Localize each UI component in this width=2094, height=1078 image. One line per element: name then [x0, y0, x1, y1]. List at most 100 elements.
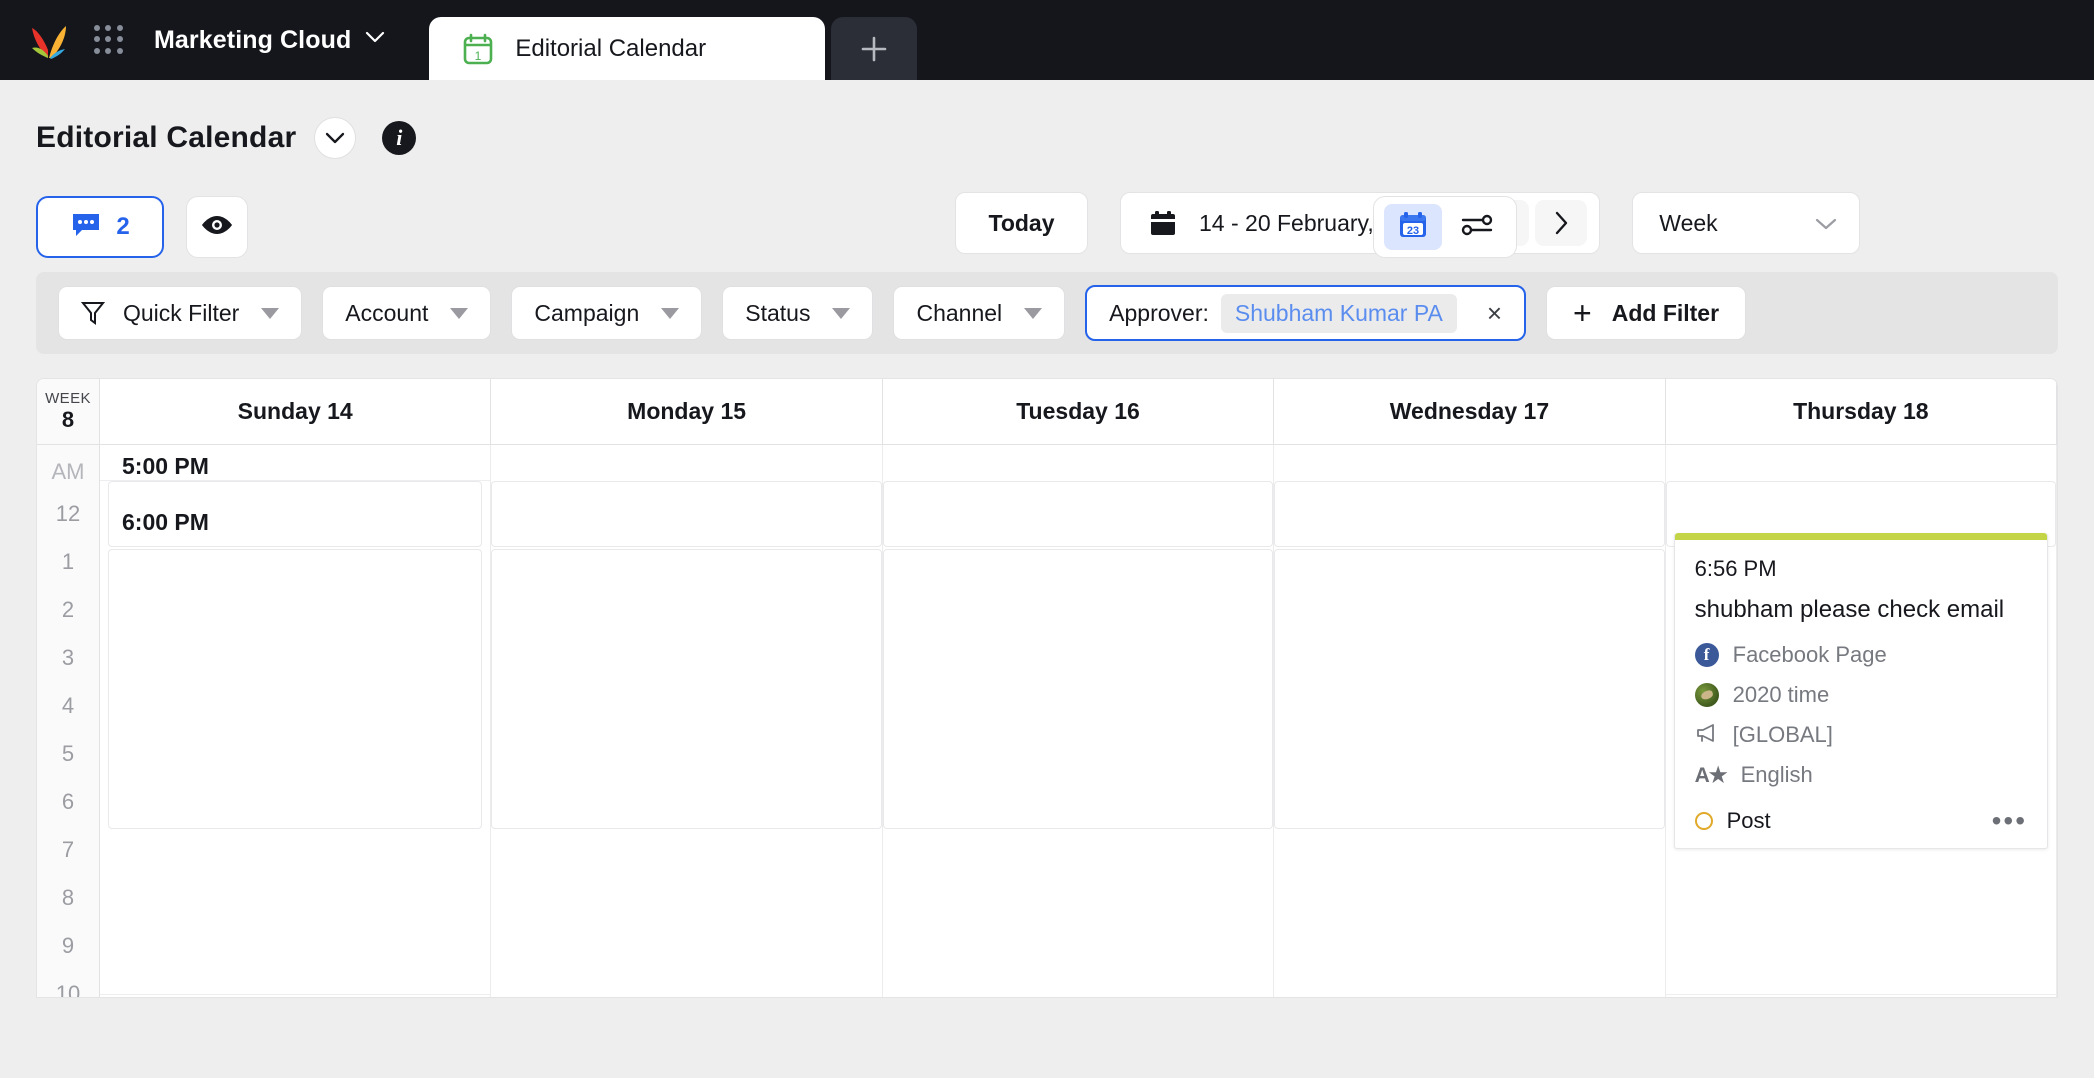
filter-bar: Quick Filter Account Campaign Status Cha… [36, 272, 2058, 354]
tab-label: Editorial Calendar [515, 34, 707, 62]
hour-tick-4: 4 [61, 693, 75, 718]
row-label-5pm: 5:00 PM [122, 453, 209, 479]
page-header-row-secondary: 2 23 [36, 184, 2058, 270]
info-glyph: i [396, 125, 403, 150]
tab-editorial-calendar[interactable]: 1 Editorial Calendar [429, 17, 826, 80]
comments-filter-button[interactable]: 2 [36, 196, 164, 258]
event-meta-language: A★ English [1695, 762, 2027, 788]
day-column-monday[interactable] [491, 445, 883, 997]
week-number: 8 [61, 407, 75, 433]
info-icon[interactable]: i [382, 121, 417, 155]
caret-down-icon [1024, 307, 1043, 319]
day-header-wednesday[interactable]: Wednesday 17 [1274, 379, 1666, 444]
calendar-body: AM 12 1 2 3 4 5 6 7 8 9 10 5:00 PM 6:00 … [37, 445, 2057, 997]
svg-text:23: 23 [1407, 225, 1419, 237]
time-slot-block[interactable] [108, 549, 483, 829]
event-meta-campaign: [GLOBAL] [1695, 722, 2027, 748]
filter-status-label: Status [745, 299, 811, 326]
calendar-event-card[interactable]: 6:56 PM shubham please check email f Fac… [1673, 533, 2049, 849]
hour-tick-1: 1 [61, 549, 75, 574]
event-time: 6:56 PM [1694, 556, 1777, 581]
filter-status[interactable]: Status [722, 286, 874, 340]
add-filter-button[interactable]: + Add Filter [1546, 286, 1747, 340]
event-meta-account-text: 2020 time [1732, 682, 1830, 707]
time-slot-block[interactable] [100, 845, 491, 995]
calendar-view-button[interactable]: 23 [1384, 204, 1442, 250]
time-slot-block[interactable] [882, 481, 1274, 547]
time-slot-block[interactable] [1665, 845, 2057, 995]
time-slot-block[interactable] [491, 481, 882, 547]
hour-tick-6: 6 [61, 789, 75, 814]
close-icon[interactable]: × [1483, 300, 1506, 326]
calendar-view-toggle-group: 23 [1373, 196, 1517, 258]
calendar-header-row: WEEK 8 Sunday 14 Monday 15 Tuesday 16 We… [37, 379, 2057, 445]
event-body: 6:56 PM shubham please check email f Fac… [1675, 540, 2047, 788]
comments-count: 2 [116, 213, 130, 240]
event-title: shubham please check email [1694, 596, 2005, 623]
calendar-23-icon: 23 [1397, 209, 1429, 246]
filter-channel[interactable]: Channel [893, 286, 1066, 340]
week-number-cell: WEEK 8 [37, 379, 100, 444]
filter-account[interactable]: Account [322, 286, 492, 340]
hour-tick-3: 3 [61, 645, 75, 670]
day-header-monday[interactable]: Monday 15 [491, 379, 883, 444]
add-tab-button[interactable] [831, 17, 918, 80]
svg-text:1: 1 [475, 49, 482, 63]
time-slot-block[interactable] [491, 549, 882, 829]
day-column-wednesday[interactable] [1274, 445, 1666, 997]
time-slot-block[interactable] [1274, 549, 1665, 829]
event-accent-bar [1674, 533, 2048, 540]
caret-down-icon [450, 307, 469, 319]
caret-down-icon [832, 307, 851, 319]
calendar-slot-area: 5:00 PM 6:00 PM 6:56 PM shubham please c… [100, 445, 2057, 997]
time-slot-block[interactable] [1274, 481, 1665, 547]
filter-campaign[interactable]: Campaign [511, 286, 703, 340]
settings-view-button[interactable] [1448, 204, 1506, 250]
page-title-dropdown-button[interactable] [314, 117, 357, 159]
page-header: Editorial Calendar i Today 14 - 20 Febru… [0, 80, 2094, 272]
week-label: WEEK [45, 390, 91, 408]
status-ring-icon [1694, 812, 1713, 830]
page-body: Editorial Calendar i Today 14 - 20 Febru… [0, 80, 2094, 1078]
top-navigation-bar: Marketing Cloud 1 Editorial Calendar [0, 0, 2094, 80]
add-filter-label: Add Filter [1611, 299, 1720, 326]
hour-tick-2: 2 [61, 597, 75, 622]
hour-tick-7: 7 [61, 837, 75, 862]
day-header-tuesday[interactable]: Tuesday 16 [883, 379, 1275, 444]
calendar-icon: 1 [463, 33, 493, 65]
event-meta-channel-text: Facebook Page [1732, 642, 1887, 667]
event-footer: Post ••• [1675, 807, 2047, 835]
funnel-icon [81, 300, 105, 326]
filter-approver-label: Approver: [1109, 299, 1209, 326]
megaphone-icon [1695, 723, 1719, 748]
day-column-tuesday[interactable] [882, 445, 1275, 997]
time-slot-block[interactable] [882, 549, 1274, 829]
day-header-thursday[interactable]: Thursday 18 [1666, 379, 2057, 444]
quick-filter-label: Quick Filter [123, 299, 240, 326]
plus-icon: + [1573, 295, 1592, 331]
quick-filter-dropdown[interactable]: Quick Filter [58, 286, 303, 340]
day-header-sunday[interactable]: Sunday 14 [100, 379, 492, 444]
event-meta-campaign-text: [GLOBAL] [1732, 722, 1833, 747]
calendar-grid: WEEK 8 Sunday 14 Monday 15 Tuesday 16 We… [36, 378, 2058, 998]
hour-tick-12: 12 [55, 501, 81, 526]
event-meta-account: 2020 time [1694, 682, 2027, 708]
topbar-left-cluster: Marketing Cloud [26, 0, 429, 80]
caret-down-icon [261, 307, 280, 319]
time-axis-column: AM 12 1 2 3 4 5 6 7 8 9 10 [37, 445, 100, 997]
day-column-sunday[interactable]: 5:00 PM 6:00 PM [100, 445, 492, 997]
sprinklr-logo[interactable] [26, 20, 72, 60]
filter-campaign-label: Campaign [534, 299, 640, 326]
day-column-thursday[interactable]: 6:56 PM shubham please check email f Fac… [1665, 445, 2057, 997]
event-meta-channel: f Facebook Page [1694, 642, 2027, 668]
page-title: Editorial Calendar [36, 121, 297, 154]
hour-tick-8: 8 [61, 885, 75, 910]
preview-toggle-button[interactable] [186, 196, 248, 258]
filter-account-label: Account [345, 299, 429, 326]
app-switcher[interactable]: Marketing Cloud [154, 26, 385, 55]
language-icon: A★ [1694, 763, 1728, 787]
app-grid-icon[interactable] [94, 25, 124, 55]
filter-approver[interactable]: Approver: Shubham Kumar PA × [1085, 285, 1527, 341]
more-options-icon[interactable]: ••• [1992, 807, 2027, 835]
event-status-label: Post [1726, 808, 1771, 833]
